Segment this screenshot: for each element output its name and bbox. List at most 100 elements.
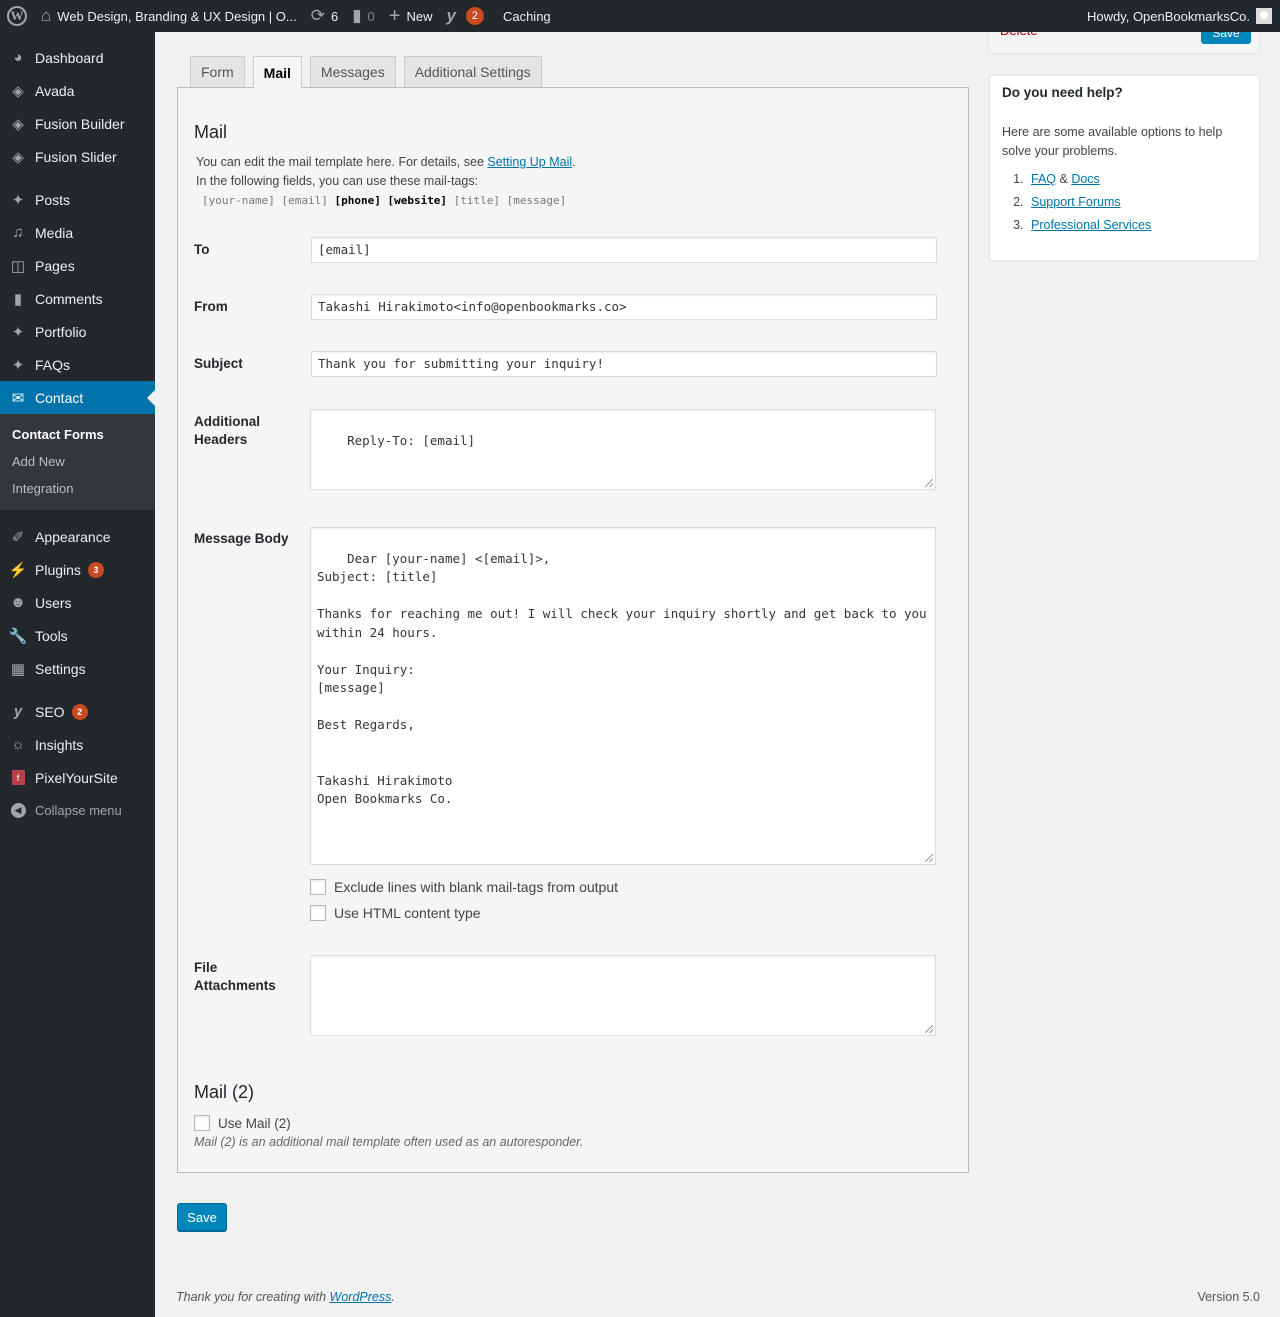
- yoast-icon: y: [446, 6, 456, 25]
- label-line: Headers: [194, 432, 248, 447]
- sidebar-item-comments[interactable]: ▮ Comments: [0, 282, 155, 315]
- sidebar-item-plugins[interactable]: ⚡ Plugins 3: [0, 553, 155, 586]
- sidebar-item-faqs[interactable]: ✦ FAQs: [0, 348, 155, 381]
- sidebar-item-appearance[interactable]: ✐ Appearance: [0, 520, 155, 553]
- sidebar-item-fusion-builder[interactable]: ◈ Fusion Builder: [0, 107, 155, 140]
- exclude-blank-checkbox-row[interactable]: Exclude lines with blank mail-tags from …: [310, 879, 618, 895]
- sidebar-item-users[interactable]: ☻ Users: [0, 586, 155, 619]
- sidebar-item-media[interactable]: ♫ Media: [0, 216, 155, 249]
- sidebar-item-insights[interactable]: ☼ Insights: [0, 728, 155, 761]
- tab-mail[interactable]: Mail: [252, 56, 302, 88]
- to-field[interactable]: [email]: [311, 237, 937, 263]
- sidebar-item-dashboard[interactable]: ◕ Dashboard: [0, 41, 155, 74]
- sidebar-item-label: PixelYourSite: [35, 769, 118, 786]
- label-line: Additional: [194, 414, 260, 429]
- mail2-description: Mail (2) is an additional mail template …: [194, 1135, 584, 1149]
- save-button[interactable]: Save: [177, 1203, 227, 1231]
- sidebar-item-contact[interactable]: ✉ Contact: [0, 381, 155, 414]
- plugins-update-badge: 3: [87, 561, 104, 578]
- additional-headers-textarea[interactable]: Reply-To: [email]: [310, 409, 936, 490]
- my-account-menu[interactable]: Howdy, OpenBookmarksCo.: [1087, 8, 1280, 24]
- sidebar-item-settings[interactable]: ▦ Settings: [0, 652, 155, 685]
- exclude-blank-checkbox[interactable]: [310, 879, 326, 895]
- sidebar-item-portfolio[interactable]: ✦ Portfolio: [0, 315, 155, 348]
- subject-field[interactable]: Thank you for submitting your inquiry!: [311, 351, 937, 377]
- use-mail2-checkbox-row[interactable]: Use Mail (2): [194, 1115, 291, 1131]
- file-attachments-textarea[interactable]: [310, 955, 936, 1036]
- comment-icon: ▮: [352, 6, 362, 25]
- sidebar-item-label: Pages: [35, 257, 75, 274]
- sidebar-item-label: Media: [35, 224, 74, 241]
- from-label: From: [194, 299, 228, 314]
- sidebar-item-tools[interactable]: 🔧 Tools: [0, 619, 155, 652]
- avatar: [1256, 8, 1272, 24]
- checkbox-label: Use Mail (2): [218, 1115, 291, 1131]
- docs-link[interactable]: Docs: [1071, 172, 1099, 186]
- pin-icon: ✦: [11, 356, 25, 374]
- updates-link[interactable]: ⟳ 6: [304, 0, 345, 32]
- submenu-integration[interactable]: Integration: [0, 475, 155, 502]
- collapse-menu-button[interactable]: ◀ Collapse menu: [0, 794, 155, 827]
- yoast-menu[interactable]: y 2: [439, 0, 490, 32]
- mail-tag: [your-name]: [202, 194, 275, 207]
- caching-label: Caching: [502, 8, 551, 24]
- wordpress-link[interactable]: WordPress: [330, 1290, 392, 1304]
- sidebar-item-seo[interactable]: y SEO 2: [0, 695, 155, 728]
- help-list-item: Professional Services: [1027, 218, 1151, 241]
- sidebar-item-fusion-slider[interactable]: ◈ Fusion Slider: [0, 140, 155, 173]
- site-name-link[interactable]: ⌂ Web Design, Branding & UX Design | O..…: [34, 0, 304, 32]
- resize-handle[interactable]: [925, 479, 933, 487]
- message-body-textarea[interactable]: Dear [your-name] <[email]>, Subject: [ti…: [310, 527, 936, 865]
- sidebar-item-pixelyoursite[interactable]: f PixelYourSite: [0, 761, 155, 794]
- comments-count: 0: [367, 8, 375, 24]
- use-mail2-checkbox[interactable]: [194, 1115, 210, 1131]
- sidebar-item-label: Dashboard: [35, 49, 104, 66]
- sidebar-item-pages[interactable]: ◫ Pages: [0, 249, 155, 282]
- mail-panel: Mail You can edit the mail template here…: [177, 87, 969, 1173]
- faq-link[interactable]: FAQ: [1031, 172, 1056, 186]
- site-title: Web Design, Branding & UX Design | O...: [57, 8, 297, 24]
- delete-link[interactable]: Delete: [1000, 32, 1038, 38]
- comments-link[interactable]: ▮ 0: [345, 0, 382, 32]
- tab-messages[interactable]: Messages: [309, 56, 396, 87]
- html-content-type-checkbox[interactable]: [310, 905, 326, 921]
- textarea-content: Dear [your-name] <[email]>, Subject: [ti…: [317, 550, 927, 807]
- tab-form[interactable]: Form: [190, 56, 245, 87]
- professional-services-link[interactable]: Professional Services: [1031, 218, 1151, 232]
- wordpress-logo-icon: W: [7, 6, 27, 26]
- setting-up-mail-link[interactable]: Setting Up Mail: [487, 155, 572, 169]
- sidebar-item-label: Users: [35, 594, 72, 611]
- html-content-type-checkbox-row[interactable]: Use HTML content type: [310, 905, 481, 921]
- tab-additional-settings[interactable]: Additional Settings: [403, 56, 542, 87]
- file-attachments-label: File Attachments: [194, 959, 276, 995]
- to-label: To: [194, 242, 210, 257]
- publish-save-button[interactable]: Save: [1201, 32, 1251, 44]
- wp-logo-menu[interactable]: W: [0, 0, 34, 32]
- mail-tag: [message]: [506, 194, 567, 207]
- submenu-contact-forms[interactable]: Contact Forms: [0, 421, 155, 448]
- envelope-icon: ✉: [11, 389, 25, 407]
- help-links-list: FAQ & Docs Support Forums Professional S…: [1002, 172, 1151, 241]
- resize-handle[interactable]: [925, 1025, 933, 1033]
- sidebar-item-label: Insights: [35, 736, 84, 753]
- sidebar-item-posts[interactable]: ✦ Posts: [0, 183, 155, 216]
- mail2-section-title: Mail (2): [194, 1082, 255, 1102]
- sidebar-item-label: SEO: [35, 703, 65, 720]
- from-field[interactable]: Takashi Hirakimoto<info@openbookmarks.co…: [311, 294, 937, 320]
- submenu-add-new[interactable]: Add New: [0, 448, 155, 475]
- insights-icon: ☼: [11, 736, 25, 753]
- home-icon: ⌂: [41, 6, 52, 25]
- new-content-link[interactable]: + New: [382, 0, 440, 32]
- help-text: Here are some available options to help …: [1002, 125, 1223, 158]
- publish-box: Delete Save: [988, 32, 1260, 54]
- help-title: Do you need help?: [1002, 85, 1123, 100]
- mail-description: You can edit the mail template here. For…: [196, 153, 576, 210]
- user-icon: ☻: [10, 594, 26, 611]
- label-line: File: [194, 960, 218, 975]
- dashboard-icon: ◕: [13, 49, 23, 66]
- resize-handle[interactable]: [925, 854, 933, 862]
- updates-icon: ⟳: [310, 6, 325, 25]
- sidebar-item-avada[interactable]: ◈ Avada: [0, 74, 155, 107]
- support-forums-link[interactable]: Support Forums: [1031, 195, 1121, 209]
- caching-link[interactable]: Caching: [491, 0, 558, 32]
